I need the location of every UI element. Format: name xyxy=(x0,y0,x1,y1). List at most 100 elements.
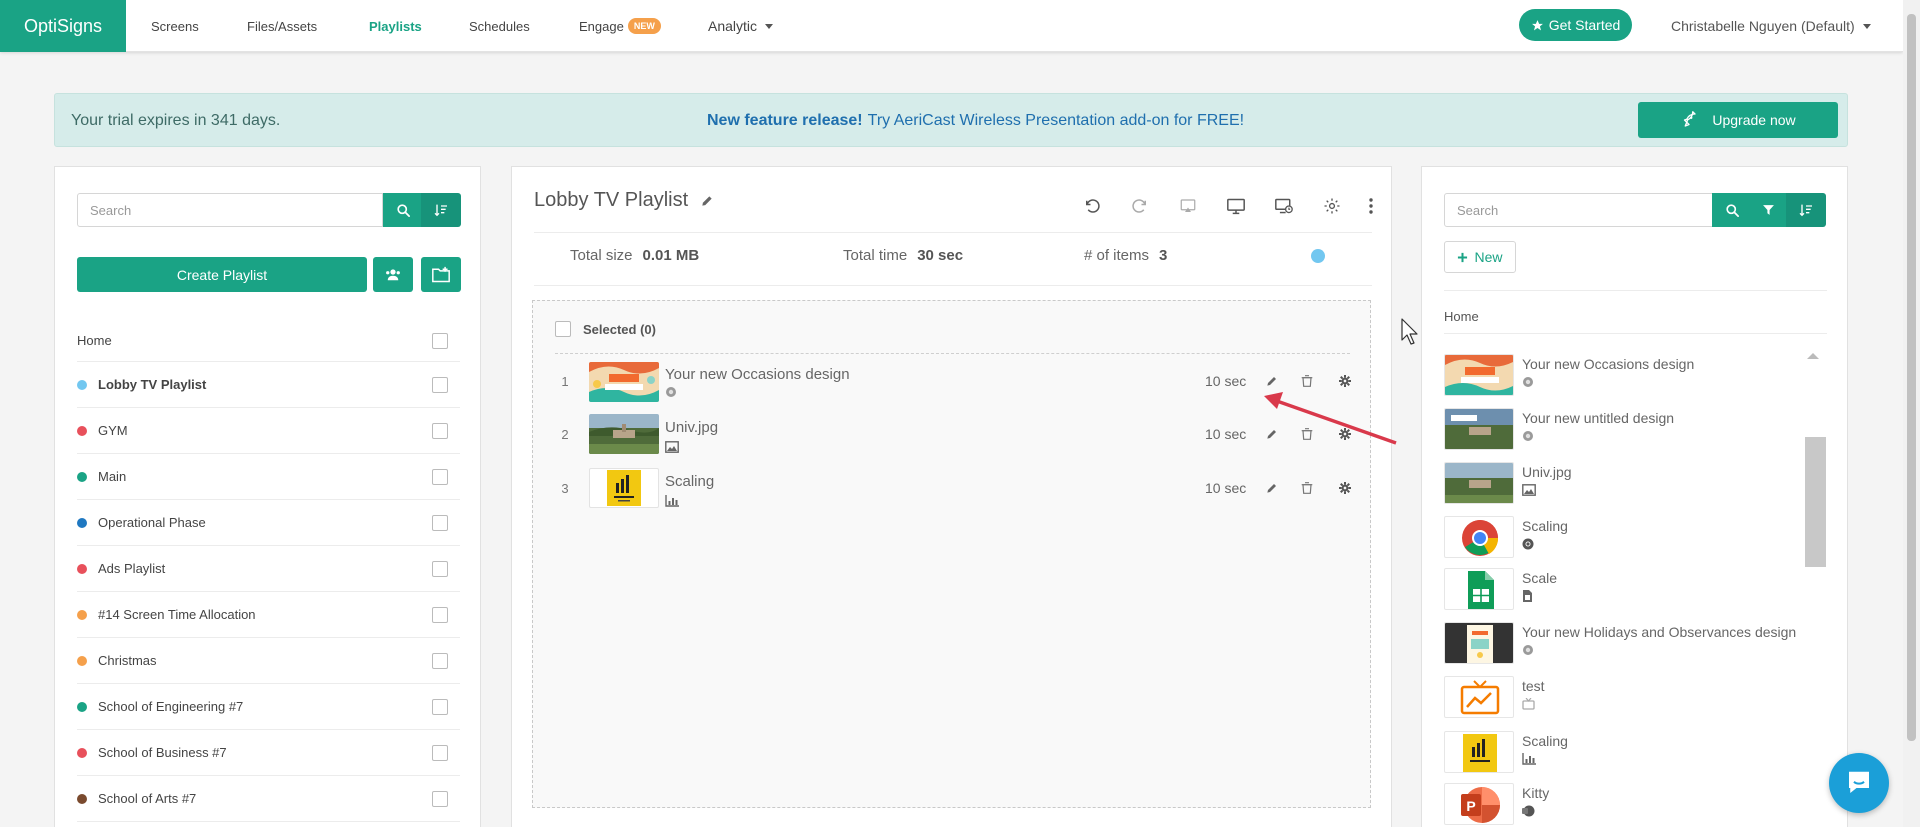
redo-button[interactable] xyxy=(1123,189,1157,223)
list-item[interactable]: test xyxy=(1444,676,1824,722)
new-folder-button[interactable] xyxy=(421,257,461,292)
divider xyxy=(534,285,1372,286)
trash-icon[interactable] xyxy=(1299,426,1315,442)
asset-name: Your new Occasions design xyxy=(1522,356,1695,372)
more-button[interactable] xyxy=(1363,189,1379,223)
list-item[interactable]: Your new untitled design xyxy=(1444,408,1824,454)
undo-button[interactable] xyxy=(1075,189,1109,223)
trash-icon[interactable] xyxy=(1299,373,1315,389)
list-item[interactable]: Christmas xyxy=(77,638,460,684)
get-started-button[interactable]: Get Started xyxy=(1519,9,1632,41)
feature-link-text[interactable]: Try AeriCast Wireless Presentation add-o… xyxy=(868,112,1244,130)
list-item[interactable]: Scaling xyxy=(1444,516,1824,562)
trash-icon[interactable] xyxy=(1299,480,1315,496)
playlist-item-row[interactable]: 3 Scaling 10 sec xyxy=(555,465,1353,511)
filter-button[interactable] xyxy=(1750,193,1787,227)
brand-logo[interactable]: OptiSigns xyxy=(0,0,126,52)
page-scrollbar-thumb[interactable] xyxy=(1907,14,1916,741)
design-icon xyxy=(666,387,676,397)
user-menu[interactable]: Christabelle Nguyen (Default) xyxy=(1671,0,1871,52)
breadcrumb-home[interactable]: Home xyxy=(1444,309,1479,324)
checkbox[interactable] xyxy=(432,468,448,485)
assign-screen-button[interactable] xyxy=(1267,189,1301,223)
checkbox[interactable] xyxy=(432,422,448,439)
image-icon xyxy=(1522,484,1536,496)
playlist-search-input[interactable]: Search xyxy=(77,193,383,227)
list-item[interactable]: School of Arts #7 xyxy=(77,776,460,822)
create-playlist-button[interactable]: Create Playlist xyxy=(77,257,367,292)
nav-files-assets[interactable]: Files/Assets xyxy=(247,0,317,52)
list-item[interactable]: Operational Phase xyxy=(77,500,460,546)
item-thumbnail xyxy=(589,468,659,508)
playlist-group-button[interactable] xyxy=(373,257,413,292)
checkbox[interactable] xyxy=(432,698,448,715)
list-item[interactable]: Univ.jpg xyxy=(1444,462,1824,508)
chat-support-button[interactable] xyxy=(1829,753,1889,813)
select-all-checkbox[interactable] xyxy=(555,321,571,337)
checkbox[interactable] xyxy=(432,744,448,761)
nav-screens-label: Screens xyxy=(151,18,199,34)
checkbox[interactable] xyxy=(432,790,448,807)
list-item[interactable]: P Kitty xyxy=(1444,783,1824,827)
list-item[interactable]: Scaling xyxy=(1444,731,1824,777)
checkbox[interactable] xyxy=(432,606,448,623)
playlist-name: Main xyxy=(98,469,127,484)
upgrade-now-button[interactable]: Upgrade now xyxy=(1638,102,1838,138)
playlist-items-dropzone[interactable]: Selected (0) 1 Your new Occasions design… xyxy=(532,300,1371,808)
playlist-item-row[interactable]: 2 Univ.jpg 10 sec xyxy=(555,411,1353,457)
checkbox[interactable] xyxy=(432,514,448,531)
search-button[interactable] xyxy=(383,193,423,227)
list-item[interactable]: GYM xyxy=(77,408,460,454)
list-item[interactable]: Scale xyxy=(1444,568,1824,614)
checkbox[interactable] xyxy=(432,376,448,393)
item-duration[interactable]: 10 sec xyxy=(1205,358,1246,404)
nav-schedules[interactable]: Schedules xyxy=(469,0,530,52)
item-duration[interactable]: 10 sec xyxy=(1205,465,1246,511)
cast-button[interactable] xyxy=(1171,189,1205,223)
playlist-name: Ads Playlist xyxy=(98,561,166,576)
asset-search-input[interactable]: Search xyxy=(1444,193,1714,227)
search-button[interactable] xyxy=(1712,193,1752,227)
list-item[interactable]: Your new Holidays and Observances design xyxy=(1444,622,1824,668)
list-item[interactable]: #14 Screen Time Allocation xyxy=(77,592,460,638)
select-all[interactable]: Selected (0) xyxy=(555,321,656,337)
item-duration[interactable]: 10 sec xyxy=(1205,411,1246,457)
nav-screens[interactable]: Screens xyxy=(151,0,199,52)
playlist-name: School of Engineering #7 xyxy=(98,699,244,714)
sort-button[interactable] xyxy=(1786,193,1826,227)
item-number: 1 xyxy=(561,373,569,389)
list-item[interactable]: Ads Playlist xyxy=(77,546,460,592)
list-item[interactable]: Lobby TV Playlist xyxy=(77,362,460,408)
list-item[interactable]: School of Engineering #7 xyxy=(77,684,460,730)
gear-icon[interactable] xyxy=(1337,373,1353,389)
playlist-name: Lobby TV Playlist xyxy=(98,377,207,392)
playlist-item-row[interactable]: 1 Your new Occasions design 10 sec xyxy=(555,358,1353,404)
nav-engage[interactable]: Engage NEW xyxy=(579,0,661,52)
asset-thumbnail xyxy=(1444,568,1514,610)
new-asset-button[interactable]: New xyxy=(1444,241,1516,273)
pencil-icon[interactable] xyxy=(1264,426,1280,442)
preview-button[interactable] xyxy=(1219,189,1253,223)
feature-announcement[interactable]: New feature release! Try AeriCast Wirele… xyxy=(707,94,1244,148)
checkbox[interactable] xyxy=(432,560,448,577)
playlist-color-dot[interactable] xyxy=(1311,249,1325,263)
slides-icon xyxy=(1522,805,1535,817)
sort-button[interactable] xyxy=(421,193,461,227)
item-name: Your new Occasions design xyxy=(665,366,850,383)
list-item[interactable]: Your new Occasions design xyxy=(1444,354,1824,400)
list-item-home[interactable]: Home xyxy=(77,320,460,362)
pencil-icon[interactable] xyxy=(700,194,714,208)
checkbox[interactable] xyxy=(432,332,448,349)
sort-icon xyxy=(434,204,447,217)
checkbox[interactable] xyxy=(432,652,448,669)
gear-icon[interactable] xyxy=(1337,480,1353,496)
pencil-icon[interactable] xyxy=(1264,373,1280,389)
list-item[interactable]: School of Business #7 xyxy=(77,730,460,776)
trial-text: Your trial expires in 341 days. xyxy=(71,112,281,129)
list-item[interactable]: Main xyxy=(77,454,460,500)
nav-playlists[interactable]: Playlists xyxy=(369,0,422,52)
pencil-icon[interactable] xyxy=(1264,480,1280,496)
nav-analytic-dropdown[interactable]: Analytic xyxy=(708,0,774,52)
gear-icon[interactable] xyxy=(1337,426,1353,442)
settings-button[interactable] xyxy=(1315,189,1349,223)
